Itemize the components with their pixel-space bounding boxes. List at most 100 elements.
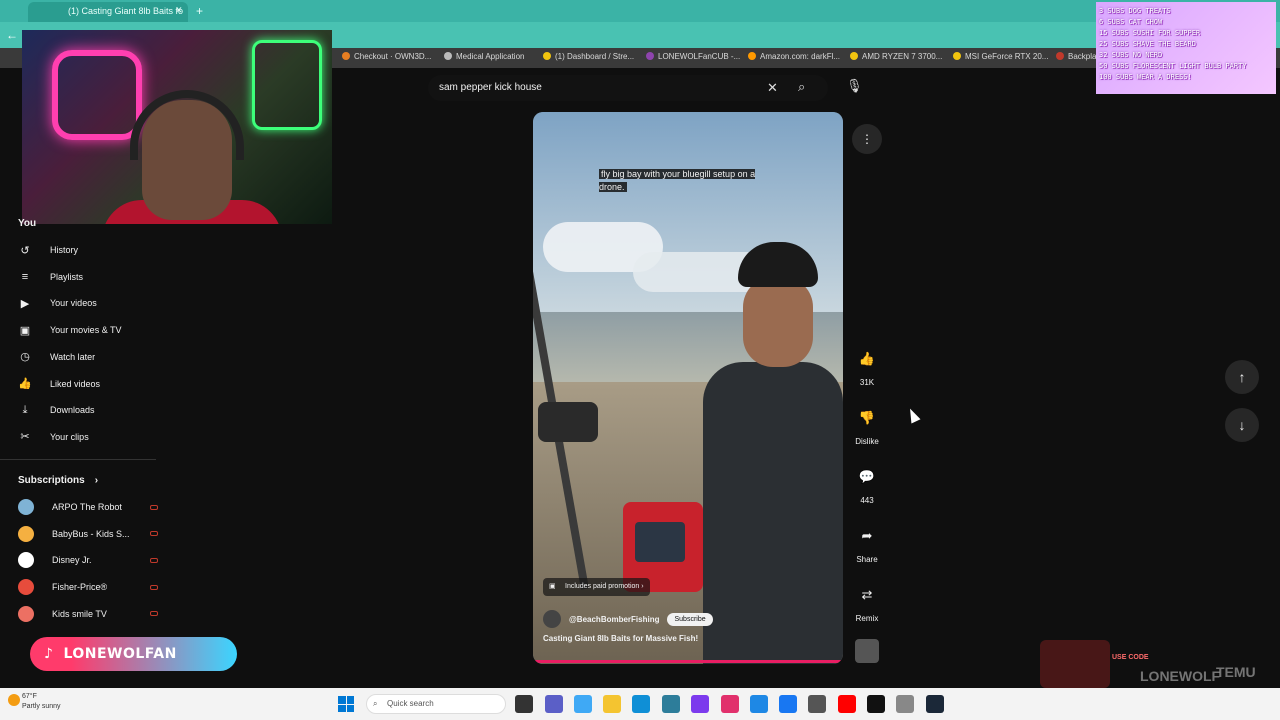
store-icon[interactable]	[662, 695, 680, 713]
bookmark-item[interactable]: Amazon.com: darkFl...	[748, 52, 840, 61]
subscription-item[interactable]: Kids smile TV	[18, 601, 158, 627]
bookmark-item[interactable]: AMD RYZEN 7 3700...	[850, 52, 942, 61]
remix-action[interactable]: ⇄ Remix	[850, 580, 884, 623]
subscription-item[interactable]: Disney Jr.	[18, 547, 158, 573]
copilot-icon[interactable]	[574, 695, 592, 713]
dislike-action[interactable]: 👎 Dislike	[850, 403, 884, 446]
search-icon[interactable]: ⌕	[798, 79, 805, 95]
more-options-button[interactable]: ⋮	[852, 124, 882, 154]
share-label: Share	[856, 555, 878, 564]
subscriptions-label: Subscriptions	[18, 475, 85, 486]
like-action[interactable]: 👍 31K	[850, 344, 884, 387]
app-icon[interactable]	[808, 695, 826, 713]
back-icon[interactable]: ←	[6, 28, 18, 42]
browser-tab-bar	[0, 0, 1280, 22]
share-icon[interactable]: ➦	[852, 521, 882, 551]
neon-sign	[252, 40, 322, 130]
bookmark-item[interactable]: (1) Dashboard / Stre...	[543, 52, 634, 61]
subscription-item[interactable]: ARPO The Robot	[18, 494, 158, 520]
neon-sign	[52, 50, 142, 140]
bookmark-label: MSI GeForce RTX 20...	[965, 52, 1049, 61]
video-progress-bar[interactable]	[533, 660, 843, 663]
subscription-name: ARPO The Robot	[52, 502, 122, 512]
bookmark-item[interactable]: MSI GeForce RTX 20...	[953, 52, 1048, 61]
bookmark-item[interactable]: LONEWOLFanCUB -...	[646, 52, 740, 61]
edge-icon[interactable]	[632, 695, 650, 713]
channel-avatar	[18, 525, 34, 542]
next-video-button[interactable]: ↓	[1225, 408, 1259, 442]
netflix-icon[interactable]	[867, 695, 885, 713]
browser-tab[interactable]: (1) Casting Giant 8lb Baits fo	[28, 2, 188, 22]
short-video-player[interactable]: fly big bay with your bluegill setup on …	[533, 112, 843, 664]
tab-title: (1) Casting Giant 8lb Baits fo	[68, 6, 184, 16]
sidebar-item-liked-videos[interactable]: 👍 Liked videos	[18, 371, 158, 397]
sidebar-item-your-movies-tv[interactable]: ▣ Your movies & TV	[18, 317, 158, 343]
instagram-icon[interactable]	[721, 695, 739, 713]
youtube-icon[interactable]	[838, 695, 856, 713]
fishing-reel	[538, 402, 598, 442]
weather-widget[interactable]: 67°F Partly sunny	[22, 692, 61, 712]
subscription-item[interactable]: Fisher-Price®	[18, 574, 158, 600]
bookmark-item[interactable]: Checkout · OWN3D...	[342, 52, 431, 61]
chevron-right-icon: ›	[641, 583, 644, 590]
app-icon[interactable]	[691, 695, 709, 713]
downloads-icon: ⤓	[22, 403, 28, 416]
paid-promotion-badge[interactable]: ▣ Includes paid promotion ›	[543, 578, 650, 596]
you-heading[interactable]: You	[18, 218, 36, 229]
channel-avatar[interactable]	[543, 610, 561, 628]
microphone-icon[interactable]: 🎙	[846, 78, 863, 94]
facebook-icon[interactable]	[779, 695, 797, 713]
file-explorer-icon[interactable]	[603, 695, 621, 713]
steam-icon[interactable]	[926, 695, 944, 713]
subscription-name: Disney Jr.	[52, 555, 92, 566]
sub-goal-item: 6 SUBS CAT CHOW	[1099, 18, 1163, 26]
bookmark-item[interactable]: Medical Application	[444, 52, 524, 61]
close-tab-icon[interactable]: ✕	[175, 5, 183, 16]
subscription-item[interactable]: BabyBus - Kids S...	[18, 521, 158, 547]
video-title[interactable]: Casting Giant 8lb Baits for Massive Fish…	[543, 634, 698, 643]
sound-thumbnail[interactable]	[855, 639, 879, 663]
bookmark-item[interactable]: Backplat	[1056, 52, 1099, 61]
sidebar-item-label: Your movies & TV	[50, 325, 122, 336]
teams-icon[interactable]	[545, 695, 563, 713]
bookmark-label: Checkout · OWN3D...	[354, 52, 432, 61]
bookmark-favicon-icon	[342, 52, 350, 60]
app-icon[interactable]	[750, 695, 768, 713]
previous-video-button[interactable]: ↑	[1225, 360, 1259, 394]
channel-name[interactable]: @BeachBomberFishing	[569, 615, 659, 624]
remix-icon[interactable]: ⇄	[852, 580, 882, 610]
clear-search-icon[interactable]: ✕	[767, 80, 778, 96]
thumbs-up-icon[interactable]: 👍	[852, 344, 882, 374]
sidebar-item-your-videos[interactable]: ▶ Your videos	[18, 290, 158, 316]
sidebar-item-label: Playlists	[50, 271, 84, 282]
subscribe-button[interactable]: Subscribe	[667, 612, 713, 626]
sidebar-item-watch-later[interactable]: ◷ Watch later	[18, 344, 158, 370]
comment-icon[interactable]: 💬	[852, 462, 882, 492]
sidebar-item-label: Your clips	[50, 431, 89, 442]
tiktok-banner: ♪ LONEWOLFAN	[30, 637, 237, 671]
taskview-icon[interactable]	[515, 695, 533, 713]
app-icon[interactable]	[896, 695, 914, 713]
sidebar-item-history[interactable]: ↺ History	[18, 237, 158, 263]
angler	[703, 242, 843, 664]
channel-avatar	[18, 552, 34, 569]
comments-action[interactable]: 💬 443	[850, 462, 884, 505]
share-action[interactable]: ➦ Share	[850, 521, 884, 564]
promotion-icon: ▣	[549, 583, 556, 590]
channel-avatar	[18, 605, 34, 622]
search-icon: ⌕	[373, 699, 378, 708]
bookmark-favicon-icon	[444, 52, 452, 60]
thumbs-down-icon[interactable]: 👎	[852, 403, 882, 433]
subscriptions-heading[interactable]: Subscriptions ›	[18, 475, 98, 486]
caption-text: fly big bay with your bluegill setup on …	[599, 169, 756, 192]
new-tab-button[interactable]: +	[196, 4, 203, 18]
taskbar-search-placeholder: Quick search	[387, 699, 434, 708]
sub-goal-item: 100 SUBS WEAR A DRESS!	[1099, 73, 1192, 81]
sidebar-item-your-clips[interactable]: ✂ Your clips	[18, 424, 158, 450]
windows-start-icon[interactable]	[338, 696, 354, 712]
taskbar-search-input[interactable]: ⌕ Quick search	[366, 694, 506, 714]
bookmark-label: Backplat	[1068, 52, 1099, 61]
temu-promo-overlay: USE CODE LONEWOLF TEMU	[1040, 640, 1276, 688]
sidebar-item-downloads[interactable]: ⤓ Downloads	[18, 397, 158, 423]
sidebar-item-playlists[interactable]: ≡ Playlists	[18, 264, 158, 290]
